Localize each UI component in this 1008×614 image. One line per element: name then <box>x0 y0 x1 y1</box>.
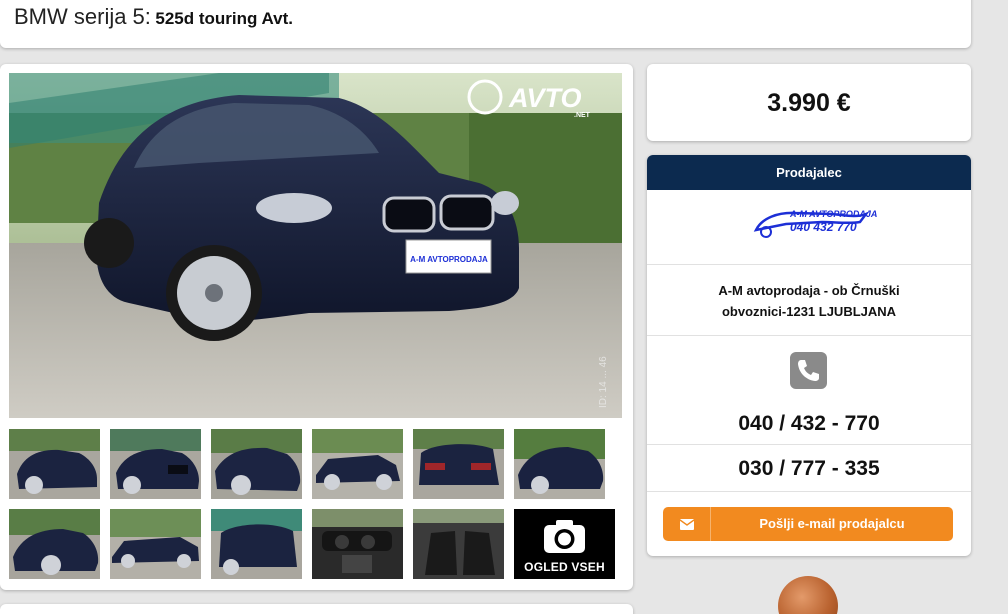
price-value: 3.990 € <box>767 89 851 117</box>
thumbnail-2[interactable] <box>110 429 201 499</box>
thumbnail-10[interactable] <box>312 509 403 579</box>
thumbnail-11[interactable] <box>413 509 504 579</box>
thumbnail-8[interactable] <box>110 509 201 579</box>
next-section-card <box>0 604 633 614</box>
listing-title-card: BMW serija 5: 525d touring Avt. <box>0 0 971 48</box>
seller-phone-2[interactable]: 030 / 777 - 335 <box>647 445 971 492</box>
thumbnail-1[interactable] <box>9 429 100 499</box>
thumbnail-7[interactable] <box>9 509 100 579</box>
send-email-label: Pošlji e-mail prodajalcu <box>759 516 905 531</box>
medal-badge-icon <box>778 576 838 614</box>
plate-text: A-M AVTOPRODAJA <box>410 255 488 264</box>
listing-variant: 525d touring Avt. <box>155 9 293 28</box>
seller-card: Prodajalec A-M AVTOPRODAJA 040 432 770 A… <box>647 155 971 556</box>
thumbnail-6[interactable] <box>514 429 605 499</box>
seller-address: A-M avtoprodaja - ob Črnuški obvoznici-1… <box>647 265 971 336</box>
camera-icon <box>544 520 585 553</box>
thumbnail-9[interactable] <box>211 509 302 579</box>
listing-model: BMW serija 5: <box>14 4 151 29</box>
envelope-icon <box>663 507 711 541</box>
thumbnail-5[interactable] <box>413 429 504 499</box>
seller-logo-phone: 040 432 770 <box>790 220 857 234</box>
seller-address-line2: obvoznici-1231 LJUBLJANA <box>721 304 897 319</box>
send-email-button[interactable]: Pošlji e-mail prodajalcu <box>663 507 953 541</box>
view-all-label: OGLED VSEH <box>524 560 605 574</box>
photo-id: ID: 14 ... 46 <box>598 356 609 408</box>
thumbnail-3[interactable] <box>211 429 302 499</box>
view-all-photos-button[interactable]: OGLED VSEH <box>514 509 615 579</box>
seller-phone-1[interactable]: 040 / 432 - 770 <box>647 398 971 445</box>
phone-icon-row <box>647 336 971 398</box>
main-car-photo[interactable]: A-M AVTOPRODAJA AVTO .NET ID: 14 ... 46 <box>9 73 622 418</box>
thumbnail-4[interactable] <box>312 429 403 499</box>
gallery-card: A-M AVTOPRODAJA AVTO .NET ID: 14 ... 46 <box>0 64 633 590</box>
seller-logo[interactable]: A-M AVTOPRODAJA 040 432 770 <box>647 190 971 265</box>
watermark-brand: AVTO <box>508 83 582 113</box>
watermark-suffix: .NET <box>574 112 591 119</box>
phone-icon <box>790 352 827 389</box>
price-card: 3.990 € <box>647 64 971 141</box>
seller-address-line1: A-M avtoprodaja - ob Črnuški <box>718 283 900 298</box>
seller-header: Prodajalec <box>647 155 971 190</box>
